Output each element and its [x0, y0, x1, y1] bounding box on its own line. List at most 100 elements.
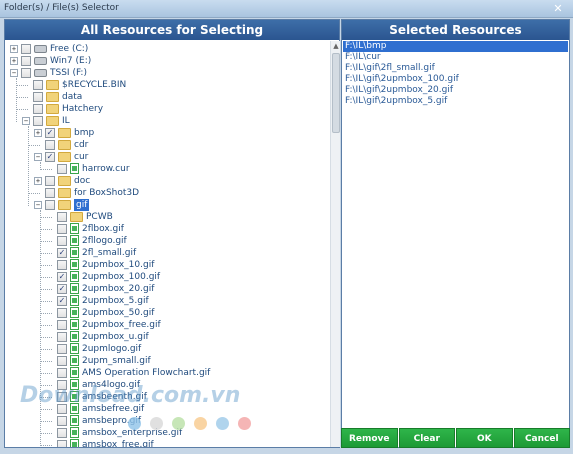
collapse-icon[interactable]: − — [34, 201, 42, 209]
tree-item-label[interactable]: 2upmbox_free.gif — [82, 319, 161, 331]
tree-row[interactable]: − gif — [6, 199, 326, 211]
tree-row[interactable]: ✓ 2upmbox_20.gif — [6, 283, 326, 295]
tree-row[interactable]: ✓ 2fl_small.gif — [6, 247, 326, 259]
tree-checkbox[interactable] — [57, 368, 67, 378]
tree-row[interactable]: 2fllogo.gif — [6, 235, 326, 247]
tree-checkbox[interactable] — [57, 332, 67, 342]
tree-checkbox[interactable] — [33, 116, 43, 126]
tree-row[interactable]: 2upmbox_u.gif — [6, 331, 326, 343]
tree-checkbox[interactable] — [57, 320, 67, 330]
tree-item-label[interactable]: Free (C:) — [50, 43, 88, 55]
tree-row[interactable]: 2upmbox_10.gif — [6, 259, 326, 271]
tree-item-label[interactable]: gif — [74, 199, 90, 211]
tree-item-label[interactable]: amsbox_enterprise.gif — [82, 427, 182, 439]
tree-item-label[interactable]: doc — [74, 175, 90, 187]
remove-button[interactable]: Remove — [341, 428, 398, 448]
tree-checkbox[interactable] — [57, 428, 67, 438]
tree-row[interactable]: ✓ 2upmbox_100.gif — [6, 271, 326, 283]
expand-icon[interactable]: + — [10, 57, 18, 65]
collapse-icon[interactable]: − — [10, 69, 18, 77]
tree-item-label[interactable]: 2upmbox_10.gif — [82, 259, 154, 271]
tree-checkbox[interactable] — [33, 80, 43, 90]
tree-item-label[interactable]: 2upmbox_u.gif — [82, 331, 149, 343]
tree-row[interactable]: amsbeenth.gif — [6, 391, 326, 403]
clear-button[interactable]: Clear — [398, 428, 455, 448]
tree-checkbox[interactable] — [45, 200, 55, 210]
tree-row[interactable]: 2upmbox_50.gif — [6, 307, 326, 319]
tree-row[interactable]: PCWB — [6, 211, 326, 223]
tree-item-label[interactable]: bmp — [74, 127, 94, 139]
tree-row[interactable]: + Win7 (E:) — [6, 55, 326, 67]
tree-row[interactable]: amsbox_enterprise.gif — [6, 427, 326, 439]
tree-checkbox[interactable] — [57, 236, 67, 246]
expand-icon[interactable]: + — [34, 177, 42, 185]
tree-item-label[interactable]: amsbefree.gif — [82, 403, 144, 415]
scroll-up-icon[interactable]: ▲ — [331, 41, 341, 51]
tree-checkbox[interactable]: ✓ — [57, 296, 67, 306]
tree-item-label[interactable]: 2fllogo.gif — [82, 235, 127, 247]
tree-item-label[interactable]: amsbeenth.gif — [82, 391, 147, 403]
tree-checkbox[interactable] — [57, 164, 67, 174]
tree-row[interactable]: AMS Operation Flowchart.gif — [6, 367, 326, 379]
tree-row[interactable]: ✓ 2upmbox_5.gif — [6, 295, 326, 307]
tree-checkbox[interactable] — [57, 440, 67, 447]
tree-item-label[interactable]: 2flbox.gif — [82, 223, 124, 235]
tree-item-label[interactable]: 2upm_small.gif — [82, 355, 151, 367]
selected-item[interactable]: F:\IL\gif\2fl_small.gif — [343, 63, 568, 74]
close-icon[interactable]: ✕ — [551, 3, 565, 16]
tree-checkbox[interactable] — [57, 392, 67, 402]
tree-item-label[interactable]: 2upmlogo.gif — [82, 343, 141, 355]
tree-item-label[interactable]: ams4logo.gif — [82, 379, 140, 391]
tree-row[interactable]: − TSSI (F:) — [6, 67, 326, 79]
tree-row[interactable]: Hatchery — [6, 103, 326, 115]
tree-item-label[interactable]: $RECYCLE.BIN — [62, 79, 126, 91]
tree-row[interactable]: − IL — [6, 115, 326, 127]
tree-item-label[interactable]: PCWB — [86, 211, 113, 223]
expand-icon[interactable]: + — [34, 129, 42, 137]
tree-row[interactable]: harrow.cur — [6, 163, 326, 175]
tree-row[interactable]: $RECYCLE.BIN — [6, 79, 326, 91]
tree-checkbox[interactable] — [33, 92, 43, 102]
tree-checkbox[interactable] — [57, 260, 67, 270]
tree-item-label[interactable]: 2upmbox_100.gif — [82, 271, 160, 283]
tree-row[interactable]: + doc — [6, 175, 326, 187]
scroll-thumb[interactable] — [332, 53, 340, 133]
tree-checkbox[interactable] — [57, 416, 67, 426]
tree-row[interactable]: 2upmlogo.gif — [6, 343, 326, 355]
tree-item-label[interactable]: 2upmbox_20.gif — [82, 283, 154, 295]
tree-checkbox[interactable]: ✓ — [45, 152, 55, 162]
tree-checkbox[interactable]: ✓ — [57, 248, 67, 258]
tree-item-label[interactable]: Hatchery — [62, 103, 103, 115]
tree-checkbox[interactable] — [21, 56, 31, 66]
tree-row[interactable]: amsbefree.gif — [6, 403, 326, 415]
tree-row[interactable]: 2upm_small.gif — [6, 355, 326, 367]
cancel-button[interactable]: Cancel — [513, 428, 570, 448]
tree-item-label[interactable]: data — [62, 91, 82, 103]
tree-item-label[interactable]: cdr — [74, 139, 88, 151]
tree-item-label[interactable]: amsbepro.gif — [82, 415, 141, 427]
tree-checkbox[interactable] — [57, 224, 67, 234]
tree-row[interactable]: − ✓ cur — [6, 151, 326, 163]
tree-checkbox[interactable] — [45, 140, 55, 150]
tree-checkbox[interactable] — [57, 404, 67, 414]
tree-item-label[interactable]: AMS Operation Flowchart.gif — [82, 367, 210, 379]
tree-item-label[interactable]: IL — [62, 115, 70, 127]
tree-row[interactable]: 2upmbox_free.gif — [6, 319, 326, 331]
tree-checkbox[interactable]: ✓ — [45, 128, 55, 138]
tree-item-label[interactable]: for BoxShot3D — [74, 187, 139, 199]
expand-icon[interactable]: + — [10, 45, 18, 53]
tree-row[interactable]: data — [6, 91, 326, 103]
selected-item[interactable]: F:\IL\bmp — [343, 41, 568, 52]
tree-row[interactable]: 2flbox.gif — [6, 223, 326, 235]
tree-item-label[interactable]: TSSI (F:) — [50, 67, 87, 79]
selected-item[interactable]: F:\IL\gif\2upmbox_100.gif — [343, 74, 568, 85]
collapse-icon[interactable]: − — [34, 153, 42, 161]
tree-checkbox[interactable] — [57, 212, 67, 222]
tree-checkbox[interactable] — [57, 356, 67, 366]
tree-checkbox[interactable] — [21, 44, 31, 54]
tree-scrollbar[interactable]: ▲ — [330, 41, 340, 447]
tree-checkbox[interactable] — [33, 104, 43, 114]
tree-item-label[interactable]: harrow.cur — [82, 163, 130, 175]
tree-row[interactable]: cdr — [6, 139, 326, 151]
tree-row[interactable]: + Free (C:) — [6, 43, 326, 55]
